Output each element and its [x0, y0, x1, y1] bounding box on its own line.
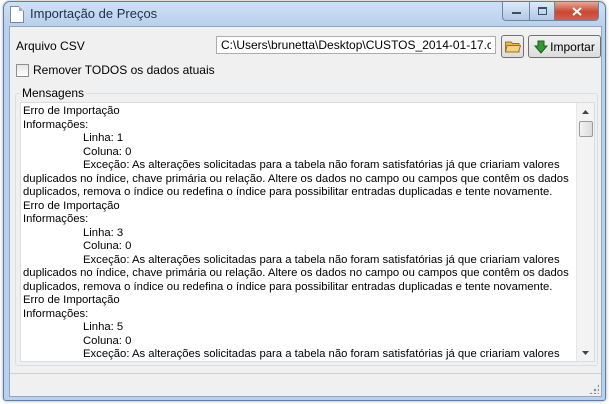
green-download-arrow-icon — [534, 40, 549, 54]
client-area: Arquivo CSV Importar Remover TODOS os da… — [9, 26, 602, 397]
remove-all-label[interactable]: Remover TODOS os dados atuais — [33, 63, 215, 77]
scroll-down-arrow[interactable] — [577, 344, 594, 361]
resize-grip-icon[interactable] — [589, 384, 599, 394]
entry-line: Linha: 5 — [83, 321, 124, 333]
entry-column: Coluna: 0 — [83, 145, 132, 158]
entry-info-label: Informações: — [23, 118, 89, 131]
window-title: Importação de Preços — [30, 6, 158, 21]
maximize-button[interactable] — [530, 2, 555, 21]
minimize-icon — [511, 12, 521, 14]
entry-line: Linha: 1 — [83, 132, 124, 144]
entry-exception-continued: duplicados no índice, chave primária ou … — [23, 172, 569, 199]
csv-path-input[interactable] — [216, 36, 496, 54]
browse-folder-button[interactable] — [501, 35, 524, 58]
csv-file-label: Arquivo CSV — [16, 39, 85, 53]
title-bar[interactable]: Importação de Preços — [4, 2, 605, 26]
messages-group-label: Mensagens — [20, 86, 87, 100]
entry-line: Linha: 3 — [83, 226, 124, 239]
remove-all-checkbox[interactable] — [16, 63, 29, 77]
close-icon — [571, 6, 582, 16]
scroll-down-icon — [582, 350, 589, 355]
entry-column: Coluna: 0 — [83, 334, 132, 347]
minimize-button[interactable] — [502, 2, 530, 21]
entry-header: Erro de Importação — [23, 105, 120, 117]
scroll-thumb[interactable] — [579, 121, 593, 137]
status-bar — [10, 373, 601, 396]
remove-all-row[interactable]: Remover TODOS os dados atuais — [16, 63, 215, 77]
entry-info-label: Informações: — [23, 307, 89, 320]
import-window: Importação de Preços Arquivo CSV C:\User… — [3, 1, 606, 401]
import-button-label: Importar — [550, 39, 595, 54]
messages-content: Erro de Importação Informações: Linha: 1… — [23, 105, 575, 361]
caption-buttons — [502, 2, 599, 21]
entry-exception-continued: duplicados no índice, chave primária ou … — [23, 267, 569, 293]
folder-icon — [504, 41, 521, 53]
entry-exception: Exceção: As alterações solicitadas para … — [83, 253, 560, 266]
messages-textbox[interactable]: Erro de Importação Informações: Linha: 1… — [20, 102, 595, 362]
entry-column: Coluna: 0 — [83, 240, 132, 252]
maximize-icon — [537, 7, 547, 15]
entry-exception: Exceção: As alterações solicitadas para … — [83, 159, 560, 171]
entry-header: Erro de Importação — [23, 199, 120, 212]
scroll-up-icon — [582, 109, 589, 114]
close-button[interactable] — [555, 2, 599, 21]
entry-header: Erro de Importação — [23, 294, 120, 306]
import-button[interactable]: Importar — [528, 35, 601, 58]
messages-scrollbar[interactable] — [576, 103, 594, 361]
messages-group: Mensagens Erro de Importação Informações… — [15, 86, 598, 366]
document-icon — [10, 6, 24, 23]
scroll-up-arrow[interactable] — [577, 103, 594, 120]
entry-exception: Exceção: As alterações solicitadas para … — [83, 348, 560, 360]
entry-info-label: Informações: — [23, 213, 89, 225]
